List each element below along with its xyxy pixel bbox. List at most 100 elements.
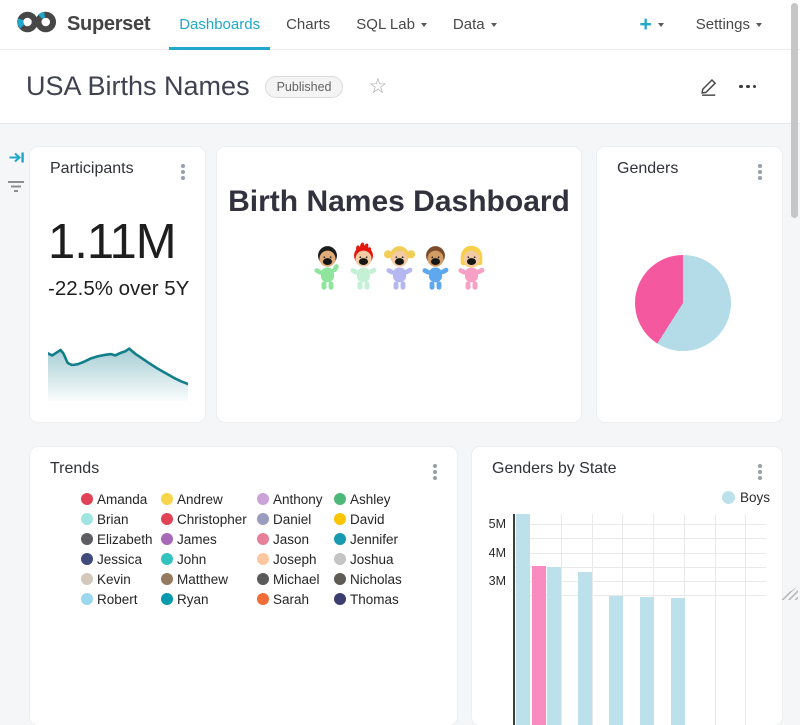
card-title: Genders by State bbox=[492, 460, 617, 478]
legend-item-jason[interactable]: Jason bbox=[257, 529, 334, 549]
kebab-menu-icon[interactable] bbox=[754, 462, 766, 482]
legend-name: Andrew bbox=[177, 492, 223, 507]
kebab-menu-icon[interactable] bbox=[754, 162, 766, 182]
bar-boys[interactable] bbox=[578, 572, 592, 725]
legend-item-joseph[interactable]: Joseph bbox=[257, 549, 334, 569]
card-markdown: Birth Names Dashboard bbox=[217, 147, 581, 422]
bar-boys[interactable] bbox=[609, 596, 623, 725]
legend-item-james[interactable]: James bbox=[161, 529, 257, 549]
markdown-heading: Birth Names Dashboard bbox=[227, 185, 571, 220]
legend-item-jessica[interactable]: Jessica bbox=[81, 549, 161, 569]
nav-charts[interactable]: Charts bbox=[286, 0, 330, 49]
legend-item-brian[interactable]: Brian bbox=[81, 509, 161, 529]
legend-color-dot bbox=[161, 553, 173, 565]
card-trends: Trends AmandaAndrewAnthonyAshleyBrianChr… bbox=[30, 447, 457, 725]
nav-sql-lab-label: SQL Lab bbox=[356, 16, 415, 33]
kid-spiky bbox=[346, 242, 381, 299]
expand-filter-bar-icon[interactable] bbox=[6, 147, 26, 167]
legend-item-andrew[interactable]: Andrew bbox=[161, 489, 257, 509]
legend-name: David bbox=[350, 512, 385, 527]
card-genders-by-state: Genders by State Boys 5M4M3M bbox=[472, 447, 782, 725]
header-actions bbox=[700, 78, 774, 96]
nav-sql-lab[interactable]: SQL Lab bbox=[356, 0, 427, 49]
more-actions-icon[interactable] bbox=[738, 85, 758, 89]
legend-color-dot bbox=[257, 513, 269, 525]
card-title: Genders bbox=[617, 160, 678, 178]
y-axis-tick: 5M bbox=[472, 517, 506, 531]
filter-funnel-icon[interactable] bbox=[6, 177, 26, 197]
legend-item-ryan[interactable]: Ryan bbox=[161, 589, 257, 609]
legend-item-michael[interactable]: Michael bbox=[257, 569, 334, 589]
legend-item-christopher[interactable]: Christopher bbox=[161, 509, 257, 529]
edit-pencil-icon[interactable] bbox=[700, 78, 718, 96]
legend-item-jennifer[interactable]: Jennifer bbox=[334, 529, 402, 549]
legend-item-thomas[interactable]: Thomas bbox=[334, 589, 402, 609]
legend-item-nicholas[interactable]: Nicholas bbox=[334, 569, 402, 589]
legend-name: Ashley bbox=[350, 492, 391, 507]
legend-name: Boys bbox=[740, 490, 770, 505]
genders-pie-chart[interactable] bbox=[635, 255, 731, 351]
legend-item-daniel[interactable]: Daniel bbox=[257, 509, 334, 529]
legend-color-dot bbox=[257, 493, 269, 505]
legend-color-dot bbox=[161, 593, 173, 605]
legend-name: Kevin bbox=[97, 572, 131, 587]
published-badge[interactable]: Published bbox=[265, 76, 344, 98]
legend-item-ashley[interactable]: Ashley bbox=[334, 489, 402, 509]
superset-logo[interactable]: Superset bbox=[14, 7, 150, 42]
bar-boys[interactable] bbox=[671, 598, 685, 725]
legend-name: Jennifer bbox=[350, 532, 398, 547]
kebab-menu-icon[interactable] bbox=[177, 162, 189, 182]
legend-color-dot bbox=[81, 593, 93, 605]
bar-girls[interactable] bbox=[532, 566, 546, 725]
favorite-star-icon[interactable]: ☆ bbox=[368, 76, 387, 97]
legend-name: Sarah bbox=[273, 592, 309, 607]
legend-item-kevin[interactable]: Kevin bbox=[81, 569, 161, 589]
genders-by-state-bar-chart bbox=[513, 514, 766, 725]
legend-color-dot bbox=[161, 573, 173, 585]
plus-icon: + bbox=[640, 14, 652, 35]
kid-bob bbox=[454, 242, 489, 299]
y-axis-tick: 3M bbox=[472, 574, 506, 588]
nav-data[interactable]: Data bbox=[453, 0, 497, 49]
legend-color-dot bbox=[161, 513, 173, 525]
kids-illustration bbox=[217, 242, 581, 299]
legend-color-dot bbox=[722, 491, 735, 504]
legend-item-robert[interactable]: Robert bbox=[81, 589, 161, 609]
legend-color-dot bbox=[257, 533, 269, 545]
superset-infinity-icon bbox=[14, 7, 60, 42]
vertical-scrollbar-thumb[interactable] bbox=[791, 3, 798, 218]
legend-name: Michael bbox=[273, 572, 320, 587]
bar-boys[interactable] bbox=[640, 597, 654, 725]
kebab-menu-icon[interactable] bbox=[429, 462, 441, 482]
legend-item-elizabeth[interactable]: Elizabeth bbox=[81, 529, 161, 549]
legend-item-anthony[interactable]: Anthony bbox=[257, 489, 334, 509]
card-genders: Genders bbox=[597, 147, 782, 422]
legend-color-dot bbox=[334, 553, 346, 565]
legend-item-joshua[interactable]: Joshua bbox=[334, 549, 402, 569]
bar-boys[interactable] bbox=[516, 514, 530, 725]
legend-color-dot bbox=[81, 533, 93, 545]
legend-item-boys[interactable]: Boys bbox=[722, 490, 770, 505]
legend-item-david[interactable]: David bbox=[334, 509, 402, 529]
card-title: Participants bbox=[50, 160, 134, 178]
nav-charts-label: Charts bbox=[286, 16, 330, 33]
nav-dashboards[interactable]: Dashboards bbox=[179, 0, 260, 49]
legend-color-dot bbox=[81, 553, 93, 565]
legend-item-sarah[interactable]: Sarah bbox=[257, 589, 334, 609]
legend-color-dot bbox=[81, 573, 93, 585]
legend-item-john[interactable]: John bbox=[161, 549, 257, 569]
legend-item-matthew[interactable]: Matthew bbox=[161, 569, 257, 589]
trends-legend: Amanda Andrew Anthony Ashley Brian Christophe… bbox=[81, 489, 402, 609]
legend-item-amanda[interactable]: Amanda bbox=[81, 489, 161, 509]
legend-name: Brian bbox=[97, 512, 129, 527]
legend-color-dot bbox=[257, 553, 269, 565]
kid-bowl bbox=[418, 242, 453, 299]
nav-data-label: Data bbox=[453, 16, 485, 33]
kid-pigtails bbox=[382, 242, 417, 299]
new-item-button[interactable]: + bbox=[640, 14, 664, 35]
big-number-subheader: -22.5% over 5Y bbox=[48, 279, 189, 300]
chevron-down-icon bbox=[756, 23, 762, 27]
settings-menu[interactable]: Settings bbox=[696, 16, 762, 33]
bar-boys[interactable] bbox=[547, 567, 561, 725]
dashboard-header: USA Births Names Published ☆ bbox=[0, 50, 800, 124]
